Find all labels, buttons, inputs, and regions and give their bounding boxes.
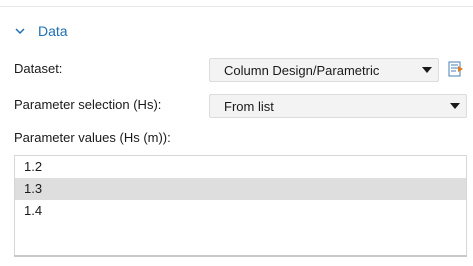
dataset-select[interactable]: Column Design/Parametric bbox=[209, 58, 439, 82]
parameter-values-list[interactable]: 1.2 1.3 1.4 bbox=[14, 155, 467, 257]
data-settings-panel: Data Dataset: Column Design/Parametric P… bbox=[0, 0, 473, 266]
dataset-label: Dataset: bbox=[14, 61, 63, 76]
triangle-down-icon bbox=[444, 103, 466, 109]
list-bottom-edge bbox=[14, 255, 467, 257]
list-item[interactable]: 1.3 bbox=[15, 178, 466, 200]
data-section-header[interactable]: Data bbox=[14, 21, 68, 41]
parameter-selection-select[interactable]: From list bbox=[209, 94, 467, 118]
parameter-values-label: Parameter values (Hs (m)): bbox=[14, 130, 171, 145]
list-item[interactable]: 1.2 bbox=[15, 156, 466, 178]
triangle-down-icon bbox=[416, 67, 438, 73]
dataset-value: Column Design/Parametric bbox=[224, 62, 380, 78]
dataset-settings-icon[interactable] bbox=[446, 59, 466, 79]
parameter-selection-label: Parameter selection (Hs): bbox=[14, 97, 162, 112]
panel-divider bbox=[0, 6, 473, 7]
section-title: Data bbox=[38, 23, 68, 39]
chevron-down-icon[interactable] bbox=[14, 25, 26, 37]
parameter-selection-value: From list bbox=[224, 98, 274, 114]
list-item[interactable]: 1.4 bbox=[15, 200, 466, 222]
